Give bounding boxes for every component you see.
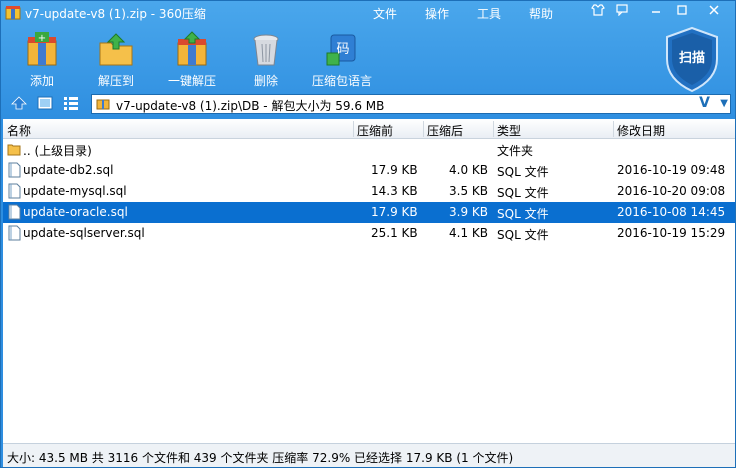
file-date: 2016-10-19 09:48 [617, 163, 726, 177]
add-button[interactable]: + 添加 [9, 29, 75, 89]
address-path: v7-update-v8 (1).zip\DB - 解包大小为 59.6 MB [116, 99, 385, 113]
one-click-extract-icon [177, 31, 207, 66]
code-page-icon: 码 [326, 34, 356, 66]
up-arrow-icon[interactable] [11, 96, 27, 110]
folder-icon [7, 144, 21, 156]
col-packed[interactable]: 压缩后 [427, 122, 463, 139]
table-row[interactable]: update-db2.sql 17.9 KB 4.0 KB SQL 文件 201… [3, 160, 735, 181]
chevron-down-icon[interactable]: ▼ [720, 98, 728, 109]
file-name: update-db2.sql [23, 163, 114, 177]
file-icon [8, 204, 21, 220]
col-name[interactable]: 名称 [7, 122, 31, 139]
delete-button[interactable]: 删除 [233, 29, 299, 89]
thumbnail-view-icon[interactable] [37, 96, 53, 110]
minimize-icon[interactable] [647, 4, 665, 20]
archive-language-label: 压缩包语言 [311, 74, 372, 88]
file-type: SQL 文件 [497, 165, 549, 179]
file-icon [8, 162, 21, 178]
extract-to-label: 解压到 [97, 74, 134, 88]
table-row[interactable]: update-sqlserver.sql 25.1 KB 4.1 KB SQL … [3, 223, 735, 244]
col-type[interactable]: 类型 [497, 122, 521, 139]
file-list[interactable]: 名称 压缩前 压缩后 类型 修改日期 .. (上级目录) 文件夹 update-… [3, 119, 735, 443]
table-row-selected[interactable]: update-oracle.sql 17.9 KB 3.9 KB SQL 文件 … [3, 202, 735, 223]
file-name: update-mysql.sql [23, 184, 127, 198]
file-type: SQL 文件 [497, 186, 549, 200]
file-size: 25.1 KB [371, 226, 418, 240]
file-size: 17.9 KB [371, 163, 418, 177]
maximize-icon[interactable] [673, 4, 691, 20]
menu-actions[interactable]: 操作 [425, 5, 449, 22]
col-modified[interactable]: 修改日期 [617, 122, 665, 139]
column-divider [613, 121, 614, 137]
title-bar: v7-update-v8 (1).zip - 360压缩 文件 操作 工具 帮助 [1, 1, 735, 25]
address-bar[interactable]: v7-update-v8 (1).zip\DB - 解包大小为 59.6 MB … [91, 94, 731, 114]
status-text: 大小: 43.5 MB 共 3116 个文件和 439 个文件夹 压缩率 72.… [7, 451, 514, 465]
menu-help[interactable]: 帮助 [529, 5, 553, 22]
shield-icon: 扫描 [666, 26, 718, 93]
table-row[interactable]: .. (上级目录) 文件夹 [3, 139, 735, 160]
status-bar: 大小: 43.5 MB 共 3116 个文件和 439 个文件夹 压缩率 72.… [3, 443, 735, 467]
feedback-icon[interactable] [613, 4, 631, 20]
col-size[interactable]: 压缩前 [357, 122, 393, 139]
one-click-extract-button[interactable]: 一键解压 [159, 29, 225, 89]
add-label: 添加 [29, 74, 54, 88]
window-title: v7-update-v8 (1).zip - 360压缩 [25, 7, 206, 21]
file-size: 17.9 KB [371, 205, 418, 219]
archive-language-button[interactable]: 码 压缩包语言 [307, 29, 377, 89]
file-type: SQL 文件 [497, 228, 549, 242]
menu-file[interactable]: 文件 [373, 5, 397, 22]
file-type: 文件夹 [497, 144, 534, 158]
view-toggle-icon[interactable]: V [699, 95, 710, 111]
menu-tools[interactable]: 工具 [477, 5, 501, 22]
app-window: v7-update-v8 (1).zip - 360压缩 文件 操作 工具 帮助… [0, 0, 736, 468]
file-date: 2016-10-08 14:45 [617, 205, 726, 219]
extract-folder-icon [99, 33, 133, 66]
file-icon [8, 183, 21, 199]
file-icon [8, 225, 21, 241]
file-name: .. (上级目录) [23, 144, 92, 158]
scan-label: 扫描 [679, 50, 705, 66]
list-view-icon[interactable] [63, 96, 79, 110]
file-name: update-oracle.sql [23, 205, 128, 219]
svg-text:码: 码 [336, 42, 349, 57]
file-packed: 3.9 KB [449, 205, 488, 219]
archive-folder-icon [96, 99, 110, 110]
file-date: 2016-10-20 09:08 [617, 184, 726, 198]
delete-label: 删除 [253, 74, 278, 88]
add-archive-icon: + [27, 32, 57, 66]
column-divider [423, 121, 424, 137]
one-click-extract-label: 一键解压 [167, 74, 216, 88]
table-row[interactable]: update-mysql.sql 14.3 KB 3.5 KB SQL 文件 2… [3, 181, 735, 202]
extract-to-button[interactable]: 解压到 [83, 29, 149, 89]
column-divider [493, 121, 494, 137]
file-date: 2016-10-19 15:29 [617, 226, 726, 240]
archive-app-icon [5, 6, 21, 20]
close-icon[interactable] [705, 4, 723, 20]
skin-icon[interactable] [589, 4, 607, 20]
file-packed: 3.5 KB [449, 184, 488, 198]
file-packed: 4.0 KB [449, 163, 488, 177]
file-packed: 4.1 KB [449, 226, 488, 240]
file-size: 14.3 KB [371, 184, 418, 198]
column-divider [353, 121, 354, 137]
trash-icon [253, 34, 279, 66]
file-name: update-sqlserver.sql [23, 226, 145, 240]
svg-text:+: + [38, 33, 46, 44]
list-header: 名称 压缩前 压缩后 类型 修改日期 [3, 119, 735, 139]
file-type: SQL 文件 [497, 207, 549, 221]
scan-button[interactable]: 扫描 [663, 25, 721, 93]
